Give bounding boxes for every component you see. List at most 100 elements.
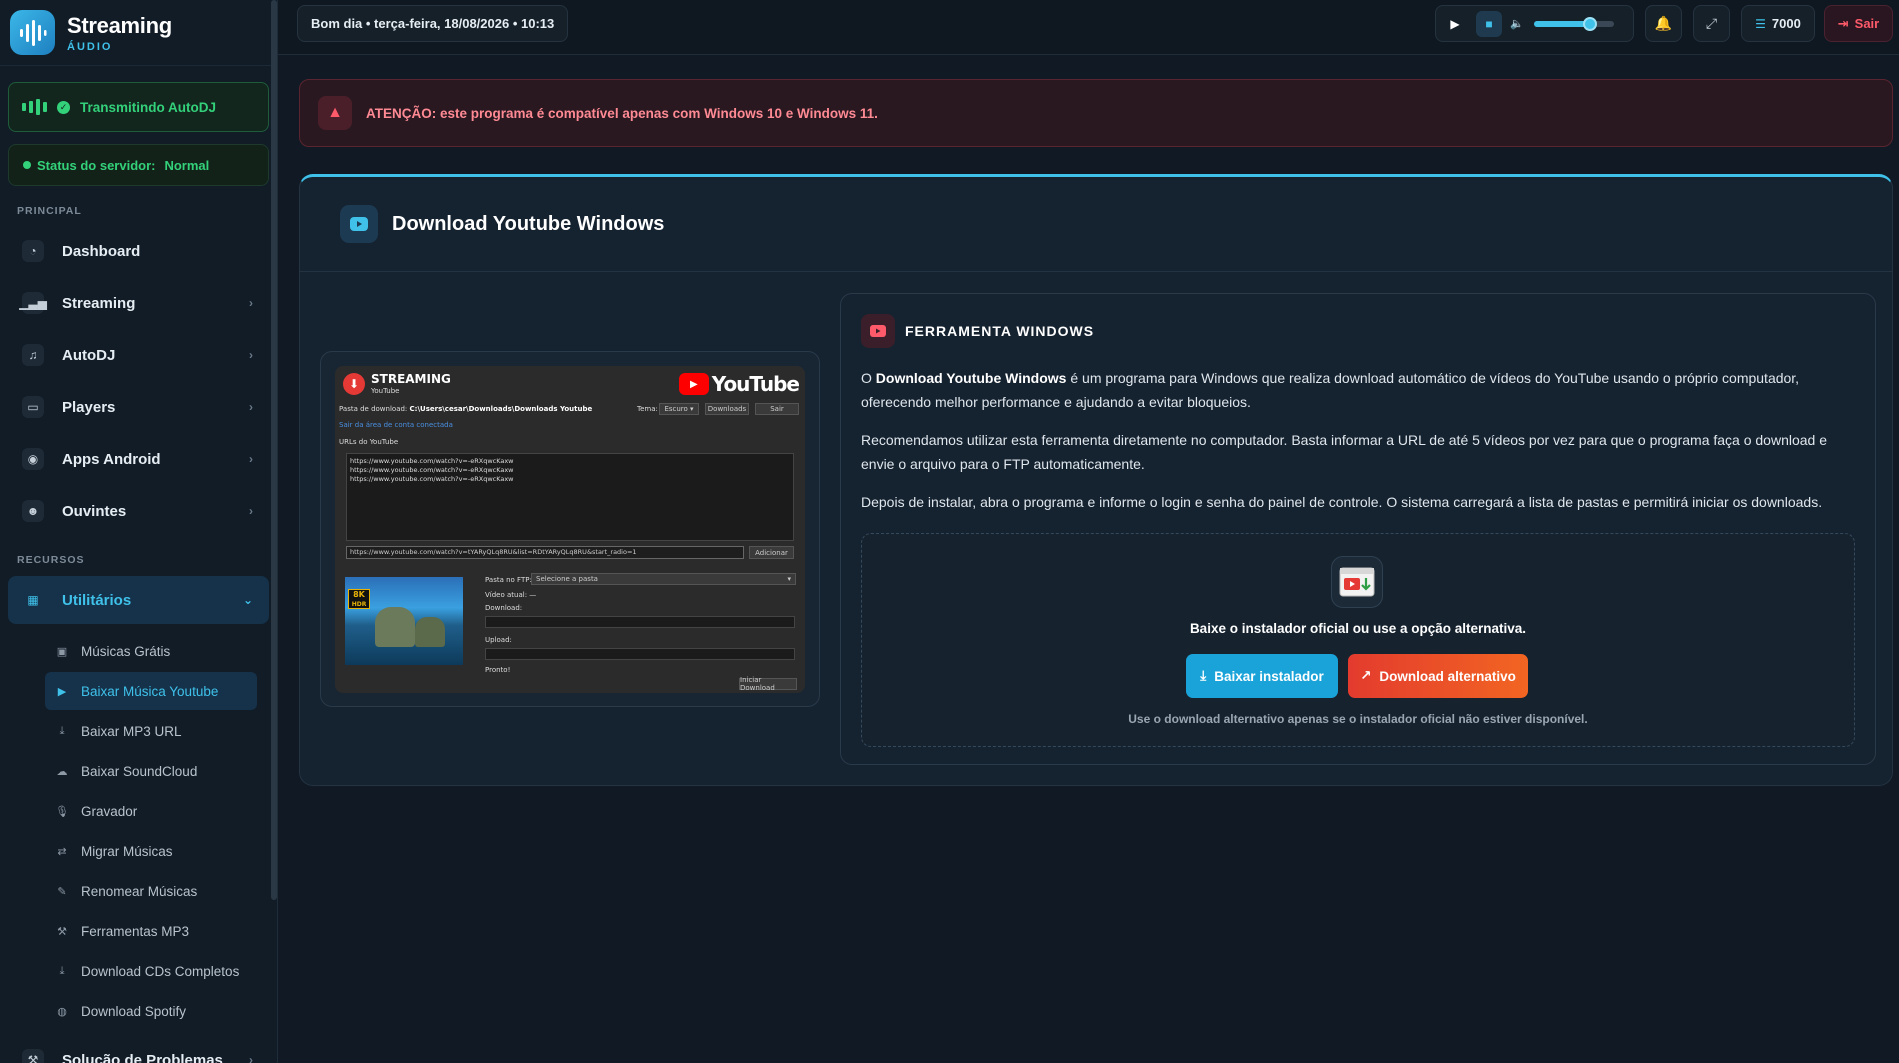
app-brand-sub: YouTube [371,387,400,395]
compatibility-alert: ▲ ATENÇÃO: este programa é compatível ap… [299,79,1893,147]
credits-value: 7000 [1771,16,1801,31]
app-theme-select: Escuro ▾ [659,403,699,415]
app-screenshot-preview: ⬇ STREAMING YouTube ▶ YouTube Pasta de d… [320,351,820,707]
notifications-button[interactable]: 🔔 [1645,5,1682,42]
download-icon: ⤓ [59,964,65,977]
sidebar-item-solucao-problemas[interactable]: ⚒ Solução de Problemas › [8,1036,269,1063]
wrench-icon: ⚒ [57,925,67,938]
server-status-label: Status do servidor: [37,157,156,173]
sidebar-item-autodj[interactable]: ♫ AutoDJ › [8,331,269,379]
autodj-live-badge[interactable]: ✓ Transmitindo AutoDJ [8,82,269,132]
brand[interactable]: Streaming ÁUDIO [0,0,277,66]
sidebar-scrollbar[interactable] [271,0,277,900]
sub-item-musicas-gratis[interactable]: ▣ Músicas Grátis [45,632,257,670]
alternative-download-button[interactable]: ↗ Download alternativo [1348,654,1528,698]
alert-text: ATENÇÃO: este programa é compatível apen… [366,105,878,121]
logout-button[interactable]: ⇥ Sair [1824,5,1893,42]
audio-wave-logo-icon [10,10,55,55]
sidebar-item-streaming[interactable]: ▁▃▅ Streaming › [8,279,269,327]
description-paragraph-1: O Download Youtube Windows é um programa… [861,370,1800,410]
chevron-right-icon: › [249,452,253,466]
product-name: Download Youtube Windows [875,370,1067,386]
brand-subtitle: ÁUDIO [67,40,113,53]
sidebar-item-label: Ouvintes [62,502,127,520]
gift-icon: ▣ [56,645,68,658]
music-note-icon: ♫ [22,344,44,366]
app-url-line: https://www.youtube.com/watch?v=-eRXqwcK… [350,475,514,483]
sub-item-ferramentas-mp3[interactable]: ⚒ Ferramentas MP3 [45,912,257,950]
external-link-icon: ↗ [1360,668,1372,683]
play-button[interactable]: ▶ [1442,11,1468,37]
brand-name: Streaming [67,12,172,38]
sub-item-label: Baixar SoundCloud [81,763,198,779]
server-status-badge: Status do servidor: Normal [8,144,269,186]
sub-item-label: Download CDs Completos [81,963,240,979]
coins-icon: ☰ [1755,16,1766,31]
alternative-download-label: Download alternativo [1379,668,1516,684]
youtube-icon [340,205,378,243]
app-ftp-value: Selecione a pasta [536,575,598,583]
app-exit-button: Sair [755,403,799,415]
sidebar-item-ouvintes[interactable]: ☻ Ouvintes › [8,487,269,535]
download-installer-label: Baixar instalador [1214,668,1324,684]
sub-item-label: Baixar MP3 URL [81,723,182,739]
app-upload-progress [485,648,795,660]
sub-item-baixar-musica-youtube[interactable]: ▶ Baixar Música Youtube [45,672,257,710]
windows-tool-panel: FERRAMENTA WINDOWS O Download Youtube Wi… [840,293,1876,765]
app-start-button: Iniciar Download [739,676,797,692]
chevron-right-icon: › [249,1053,253,1063]
sidebar-item-label: Players [62,398,116,416]
download-youtube-card: Download Youtube Windows ⬇ STREAMING You… [299,174,1893,786]
sidebar-item-label: Utilitários [62,591,132,609]
stop-button[interactable]: ■ [1476,10,1502,37]
sub-item-baixar-mp3-url[interactable]: ⤓ Baixar MP3 URL [45,712,257,750]
credits-badge[interactable]: ☰ 7000 [1741,5,1815,42]
panel-title: FERRAMENTA WINDOWS [905,323,1095,339]
spotify-icon: ◍ [57,1005,67,1018]
sidebar-item-apps-android[interactable]: ◉ Apps Android › [8,435,269,483]
chevron-down-icon: ⌄ [242,593,253,607]
sidebar-item-players[interactable]: ▭ Players › [8,383,269,431]
sub-item-gravador[interactable]: 🎙 Gravador [45,792,257,830]
app-ready-label: Pronto! [485,666,511,674]
stop-icon: ■ [1485,16,1493,31]
wrench-icon: ⚒ [22,1049,44,1063]
app-link: Sair da área de conta conectada [339,421,453,429]
sub-item-download-cds[interactable]: ⤓ Download CDs Completos [45,952,257,990]
chevron-right-icon: › [249,348,253,362]
download-icon: ⤓ [1200,668,1207,683]
volume-knob[interactable] [1582,16,1597,31]
sub-item-label: Renomear Músicas [81,883,198,899]
sub-item-migrar-musicas[interactable]: ⇄ Migrar Músicas [45,832,257,870]
bell-icon: 🔔 [1654,15,1673,31]
volume-icon: 🔈 [1510,18,1524,30]
app-video-thumbnail: 8K HDR [345,577,463,665]
section-label-main: PRINCIPAL [17,205,82,217]
sidebar-item-label: Solução de Problemas [62,1051,223,1063]
signal-icon: ▁▃▅ [19,292,47,314]
sub-item-baixar-soundcloud[interactable]: ☁ Baixar SoundCloud [45,752,257,790]
installer-download-icon [1331,556,1383,608]
sidebar-item-dashboard[interactable]: ◔ Dashboard [8,227,269,275]
equalizer-icon [22,99,47,115]
fullscreen-button[interactable]: ⤢ [1693,5,1730,42]
youtube-icon: ▶ [57,685,67,698]
download-installer-button[interactable]: ⤓ Baixar instalador [1186,654,1338,698]
app-url-input: https://www.youtube.com/watch?v=tYARyQLq… [346,546,744,559]
download-lead: Baixe o instalador oficial ou use a opçã… [1189,621,1527,636]
sub-item-label: Ferramentas MP3 [81,923,190,939]
sidebar-item-utilitarios[interactable]: ▦ Utilitários ⌄ [8,576,269,624]
section-label-resources: RECURSOS [17,554,85,566]
sidebar-item-label: Streaming [62,294,136,312]
sidebar: Streaming ÁUDIO ✓ Transmitindo AutoDJ St… [0,0,278,1063]
android-icon: ◉ [22,448,44,470]
description-paragraph-2: Recomendamos utilizar esta ferramenta di… [861,432,1828,472]
app-add-button: Adicionar [749,546,794,559]
app-logo: ⬇ STREAMING YouTube [343,373,451,395]
volume-slider[interactable] [1533,16,1614,31]
sub-item-download-spotify[interactable]: ◍ Download Spotify [45,992,257,1030]
app-url-line: https://www.youtube.com/watch?v=-eRXqwcK… [350,466,514,474]
chevron-right-icon: › [249,504,253,518]
sub-item-renomear-musicas[interactable]: ✎ Renomear Músicas [45,872,257,910]
card-header: Download Youtube Windows [300,177,1892,272]
